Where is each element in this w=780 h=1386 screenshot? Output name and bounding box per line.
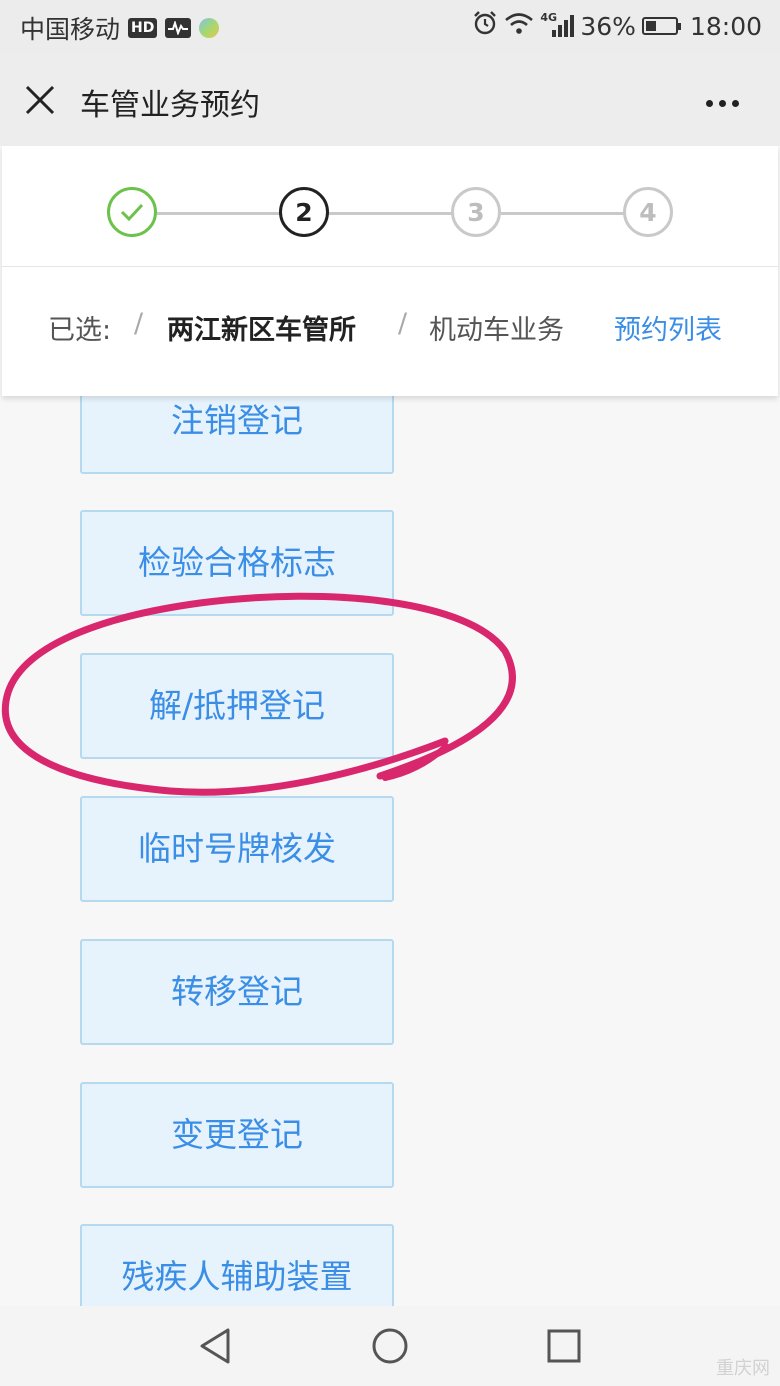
wifi-icon bbox=[504, 11, 534, 41]
hd-badge: HD bbox=[128, 18, 158, 38]
battery-icon bbox=[641, 17, 681, 35]
status-bar-left: 中国移动 HD bbox=[20, 10, 220, 46]
service-button-disability-device[interactable]: 残疾人辅助装置 bbox=[80, 1224, 394, 1306]
step-3-pending: 3 bbox=[451, 187, 501, 237]
back-icon[interactable] bbox=[196, 1326, 236, 1370]
step-4-pending: 4 bbox=[623, 187, 673, 237]
navigation-bar: 重庆网 bbox=[0, 1306, 780, 1386]
progress-stepper: 2 3 4 bbox=[2, 146, 778, 267]
home-icon[interactable] bbox=[370, 1326, 410, 1370]
recent-apps-icon[interactable] bbox=[544, 1326, 584, 1370]
cellular-signal-icon: 4G bbox=[540, 11, 575, 39]
status-bar-right: 4G 36% 18:00 bbox=[472, 10, 762, 42]
breadcrumb: 已选: / 两江新区车管所 / 机动车业务 预约列表 bbox=[2, 266, 778, 396]
step-connector bbox=[329, 212, 453, 215]
booking-list-link[interactable]: 预约列表 bbox=[614, 308, 722, 347]
alarm-icon bbox=[472, 10, 498, 42]
service-button-inspection-mark[interactable]: 检验合格标志 bbox=[80, 510, 394, 616]
battery-level-fill bbox=[645, 21, 656, 31]
close-icon[interactable] bbox=[22, 82, 58, 118]
step-1-completed bbox=[107, 187, 157, 237]
activity-icon bbox=[165, 18, 192, 38]
breadcrumb-separator: / bbox=[134, 308, 144, 339]
service-button-change-registration[interactable]: 变更登记 bbox=[80, 1082, 394, 1188]
breadcrumb-separator: / bbox=[398, 308, 408, 339]
service-button-mortgage-registration[interactable]: 解/抵押登记 bbox=[80, 653, 394, 759]
app-notification-icon bbox=[199, 18, 220, 38]
service-button-transfer-registration[interactable]: 转移登记 bbox=[80, 939, 394, 1045]
step-connector bbox=[157, 212, 281, 215]
step-connector bbox=[501, 212, 625, 215]
breadcrumb-station[interactable]: 两江新区车管所 bbox=[167, 308, 356, 347]
step-2-current: 2 bbox=[279, 187, 329, 237]
more-options-icon[interactable] bbox=[706, 92, 750, 107]
service-button-temporary-plate[interactable]: 临时号牌核发 bbox=[80, 796, 394, 902]
carrier-name: 中国移动 bbox=[20, 15, 121, 44]
checkmark-icon bbox=[120, 203, 144, 222]
watermark: 重庆网 bbox=[716, 1358, 770, 1379]
title-bar: 车管业务预约 bbox=[0, 54, 780, 146]
booking-header-card: 2 3 4 已选: / 两江新区车管所 / 机动车业务 预约列表 bbox=[2, 146, 778, 396]
battery-percent: 36% bbox=[580, 11, 636, 41]
main-content: 2 3 4 已选: / 两江新区车管所 / 机动车业务 预约列表 注销登记 检验… bbox=[0, 146, 780, 1306]
clock-time: 18:00 bbox=[689, 11, 762, 41]
selected-label: 已选: bbox=[48, 315, 112, 346]
breadcrumb-business-type[interactable]: 机动车业务 bbox=[429, 308, 564, 347]
status-bar: 中国移动 HD 4G 36% 18:00 bbox=[0, 0, 780, 54]
page-title: 车管业务预约 bbox=[80, 88, 260, 123]
